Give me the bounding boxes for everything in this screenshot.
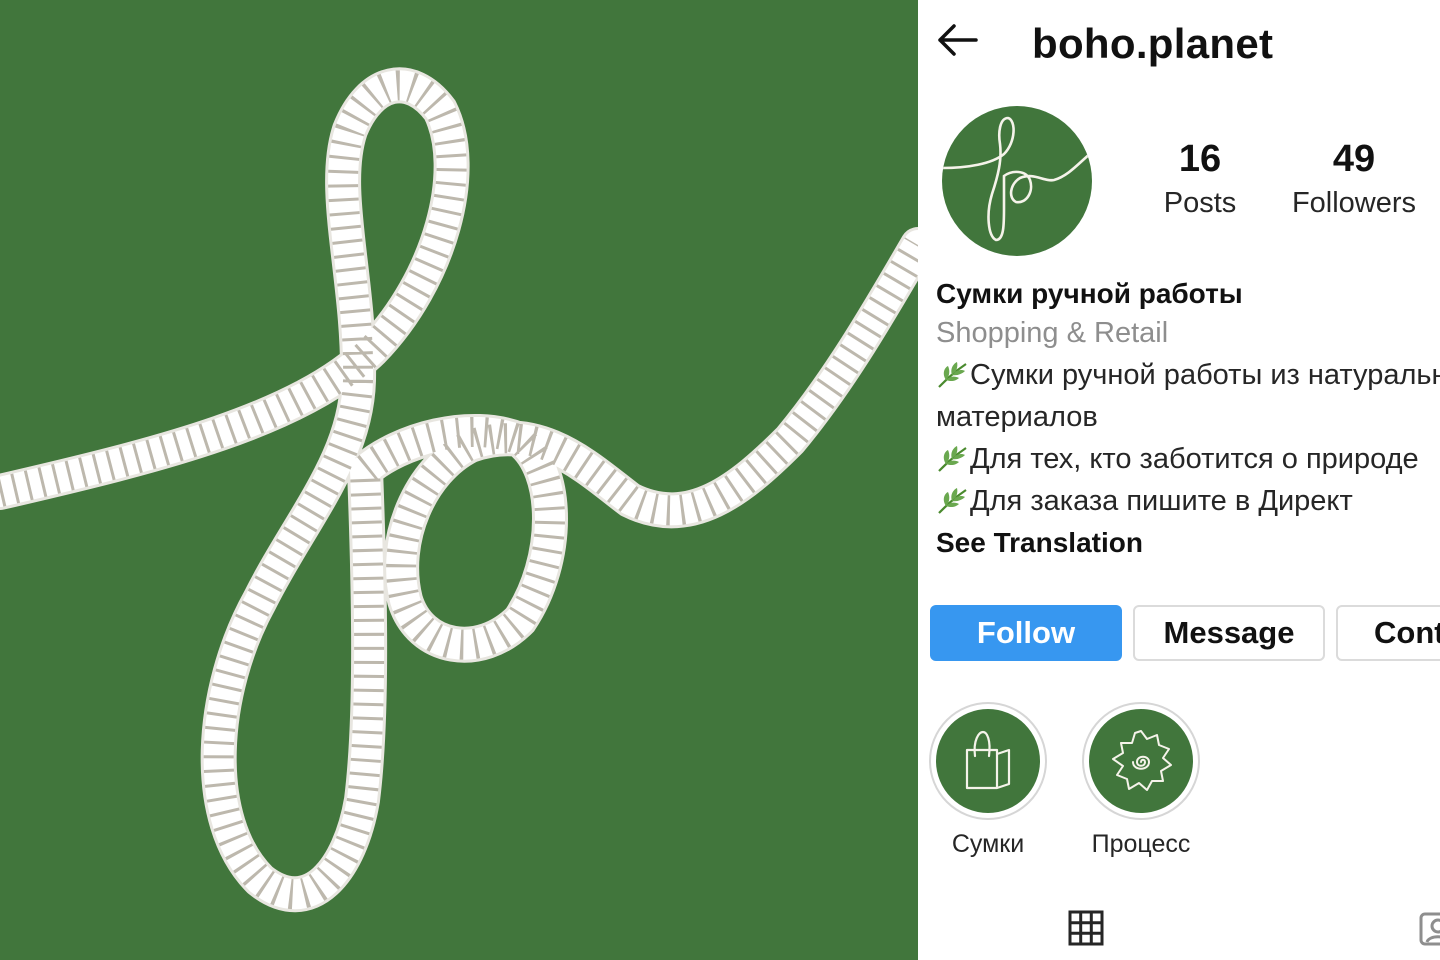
profile-panel: boho.planet 16 Posts 49 Followers Сумки … — [918, 0, 1440, 960]
back-arrow-icon[interactable] — [936, 22, 978, 58]
tagged-icon[interactable] — [1418, 908, 1440, 948]
brand-artwork-panel — [0, 0, 918, 960]
posts-number: 16 — [1178, 138, 1222, 180]
bio-line: Сумки ручной работы из натуральных — [936, 354, 1440, 396]
gear-spiral-icon — [1112, 730, 1172, 791]
message-button[interactable]: Message — [1133, 605, 1325, 661]
followers-number: 49 — [1332, 138, 1376, 180]
leaf-icon — [936, 444, 970, 474]
bag-icon — [965, 730, 1011, 790]
bio-line: материалов — [936, 401, 1098, 433]
fo-monogram-icon — [942, 116, 1092, 242]
followers-label: Followers — [1291, 187, 1417, 219]
highlight-label: Сумки — [951, 830, 1025, 858]
highlight-cover — [936, 709, 1040, 813]
highlight-ring — [1082, 702, 1200, 820]
posts-count[interactable]: 16 Posts — [1150, 138, 1250, 220]
bio-line: Для тех, кто заботится о природе — [936, 438, 1440, 480]
leaf-icon — [936, 360, 970, 390]
highlight-process[interactable]: Процесс — [1081, 702, 1201, 859]
bio-name: Сумки ручной работы — [936, 278, 1243, 309]
bio-category: Shopping & Retail — [936, 317, 1169, 349]
fo-monogram-icon — [0, 0, 918, 960]
profile-username: boho.planet — [1032, 20, 1274, 67]
posts-label: Posts — [1163, 187, 1237, 219]
follow-button[interactable]: Follow — [930, 605, 1122, 661]
see-translation-link[interactable]: See Translation — [936, 522, 1440, 564]
grid-icon[interactable] — [1068, 910, 1104, 946]
bio-line: Для заказа пишите в Директ — [936, 480, 1440, 522]
leaf-icon — [936, 486, 970, 516]
contact-button[interactable]: Contact — [1336, 605, 1440, 661]
avatar[interactable] — [942, 106, 1092, 256]
highlight-bags[interactable]: Сумки — [928, 702, 1048, 859]
highlight-label: Процесс — [1091, 830, 1191, 858]
highlight-cover — [1089, 709, 1193, 813]
profile-bio: Сумки ручной работы Shopping & Retail Су… — [936, 276, 1440, 564]
followers-count[interactable]: 49 Followers — [1284, 138, 1424, 220]
highlight-ring — [929, 702, 1047, 820]
